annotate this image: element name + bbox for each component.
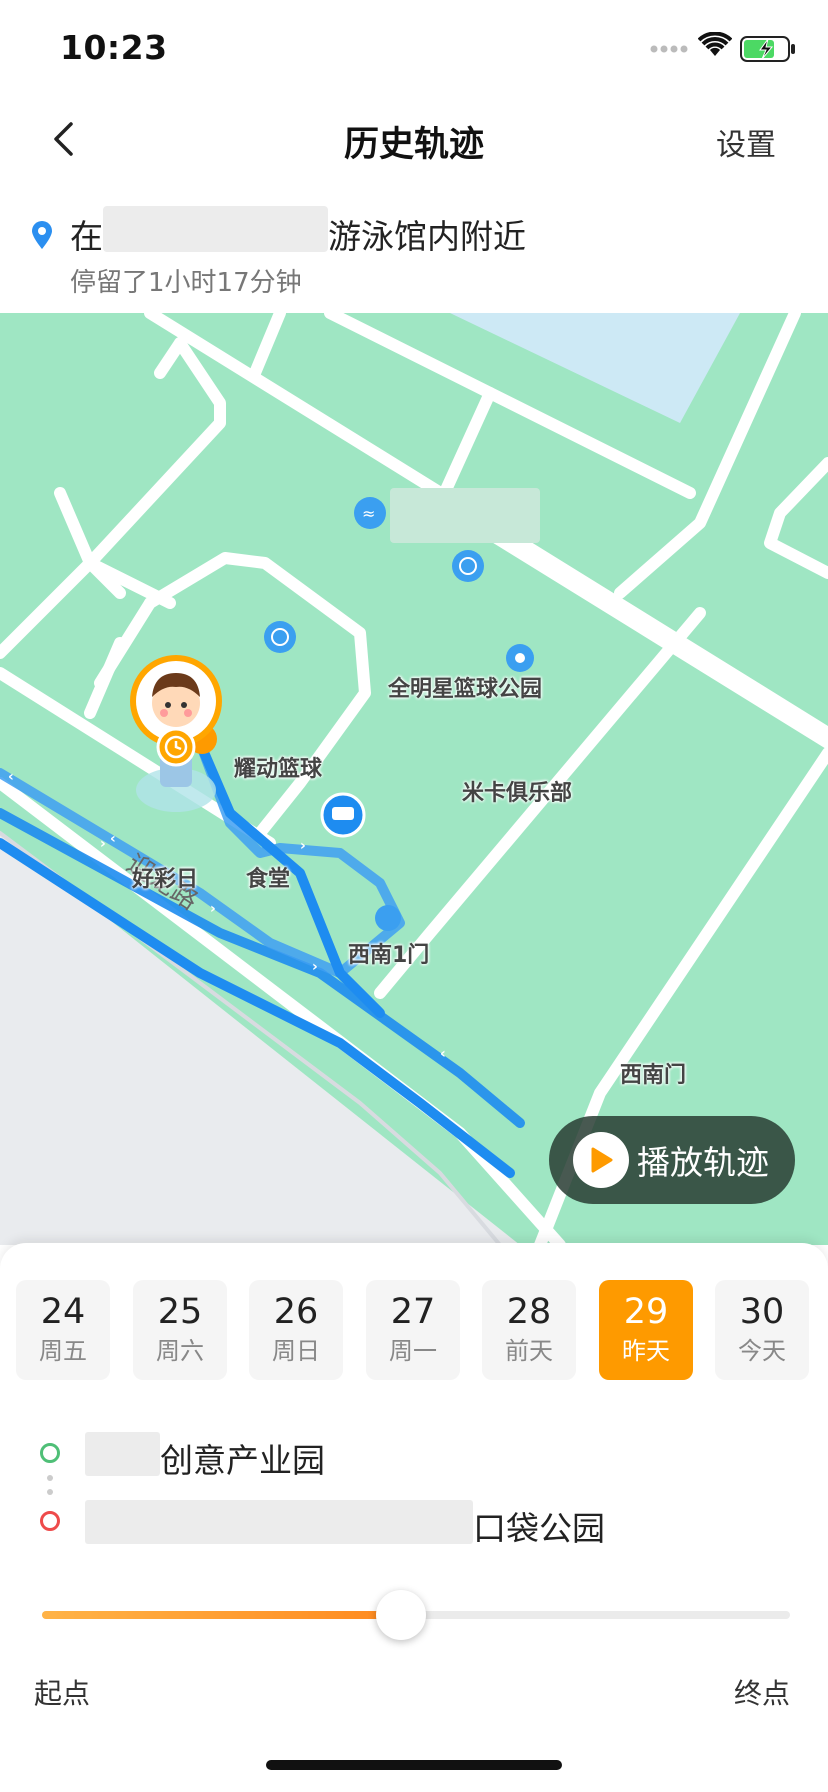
slider-end-label: 终点 [734,1677,791,1710]
date-number: 28 [506,1292,552,1332]
play-track-button[interactable]: 播放轨迹 [549,1116,795,1204]
route-start-label: 创意产业园 [160,1441,325,1480]
date-weekday: 周一 [389,1337,437,1365]
redacted-end-name [85,1500,473,1544]
date-weekday: 昨天 [622,1337,670,1365]
svg-text:‹: ‹ [110,831,116,847]
date-number: 27 [390,1292,436,1332]
end-point-icon [40,1511,60,1531]
date-item[interactable]: 26 周日 [249,1280,343,1380]
page-title: 历史轨迹 [343,125,484,165]
settings-button[interactable]: 设置 [716,120,776,164]
date-item[interactable]: 27 周一 [366,1280,460,1380]
battery-charging-icon [740,36,796,66]
date-item[interactable]: 24 周五 [16,1280,110,1380]
svg-text:›: › [312,959,318,975]
poi-label-xinan1: 西南1门 [348,943,430,968]
cellular-signal-icon [650,40,690,59]
date-number: 25 [157,1292,203,1332]
redacted-start-name [85,1432,160,1476]
start-point-icon [40,1443,60,1463]
connector-dot [47,1475,53,1481]
redacted-location-name [103,206,328,252]
avatar-marker[interactable] [124,655,228,815]
slider-start-label: 起点 [34,1677,91,1710]
date-number: 29 [623,1292,669,1332]
stay-duration: 停留了1小时17分钟 [70,268,302,298]
progress-slider-fill [42,1611,402,1619]
map-view[interactable]: ‹ › › › ‹ ‹ › ≈ 迎龙路 全明星篮球公园 耀动篮球 米卡俱乐部 好… [0,313,828,1245]
svg-text:›: › [300,838,306,854]
date-selector: 24 周五 25 周六 26 周日 27 周一 28 前天 29 昨天 30 今天 [16,1280,812,1380]
status-time: 10:23 [60,28,168,67]
date-item[interactable]: 25 周六 [133,1280,227,1380]
date-weekday: 周日 [272,1337,320,1365]
route-end-label: 口袋公园 [473,1509,605,1548]
date-weekday: 周五 [39,1337,87,1365]
date-weekday: 周六 [156,1337,204,1365]
svg-text:›: › [210,901,216,917]
home-indicator [266,1760,562,1770]
poi-label-shitang: 食堂 [246,867,291,892]
date-item[interactable]: 30 今天 [715,1280,809,1380]
poi-label-mika: 米卡俱乐部 [462,781,573,806]
poi-label-haocai: 好彩日 [132,867,199,892]
redacted-poi [390,488,540,543]
svg-text:›: › [100,836,106,852]
progress-slider-thumb[interactable] [376,1590,427,1640]
date-number: 26 [273,1292,319,1332]
location-pin-icon [30,220,54,254]
wifi-icon [697,31,733,62]
date-item[interactable]: 28 前天 [482,1280,576,1380]
play-track-label: 播放轨迹 [637,1143,769,1182]
svg-text:‹: ‹ [440,1046,446,1062]
date-number: 30 [739,1292,785,1332]
location-suffix: 游泳馆内附近 [328,217,526,256]
svg-text:‹: ‹ [8,769,14,785]
date-weekday: 前天 [505,1337,553,1365]
poi-label-quanmingxing: 全明星篮球公园 [388,677,543,702]
date-weekday: 今天 [738,1337,786,1365]
location-prefix: 在 [70,217,103,256]
connector-dot [47,1489,53,1495]
poi-label-xinan: 西南门 [620,1063,687,1088]
svg-text:≈: ≈ [362,504,375,523]
poi-label-yaodong: 耀动篮球 [234,757,323,782]
play-icon [573,1132,629,1188]
date-item-selected[interactable]: 29 昨天 [599,1280,693,1380]
date-number: 24 [40,1292,86,1332]
